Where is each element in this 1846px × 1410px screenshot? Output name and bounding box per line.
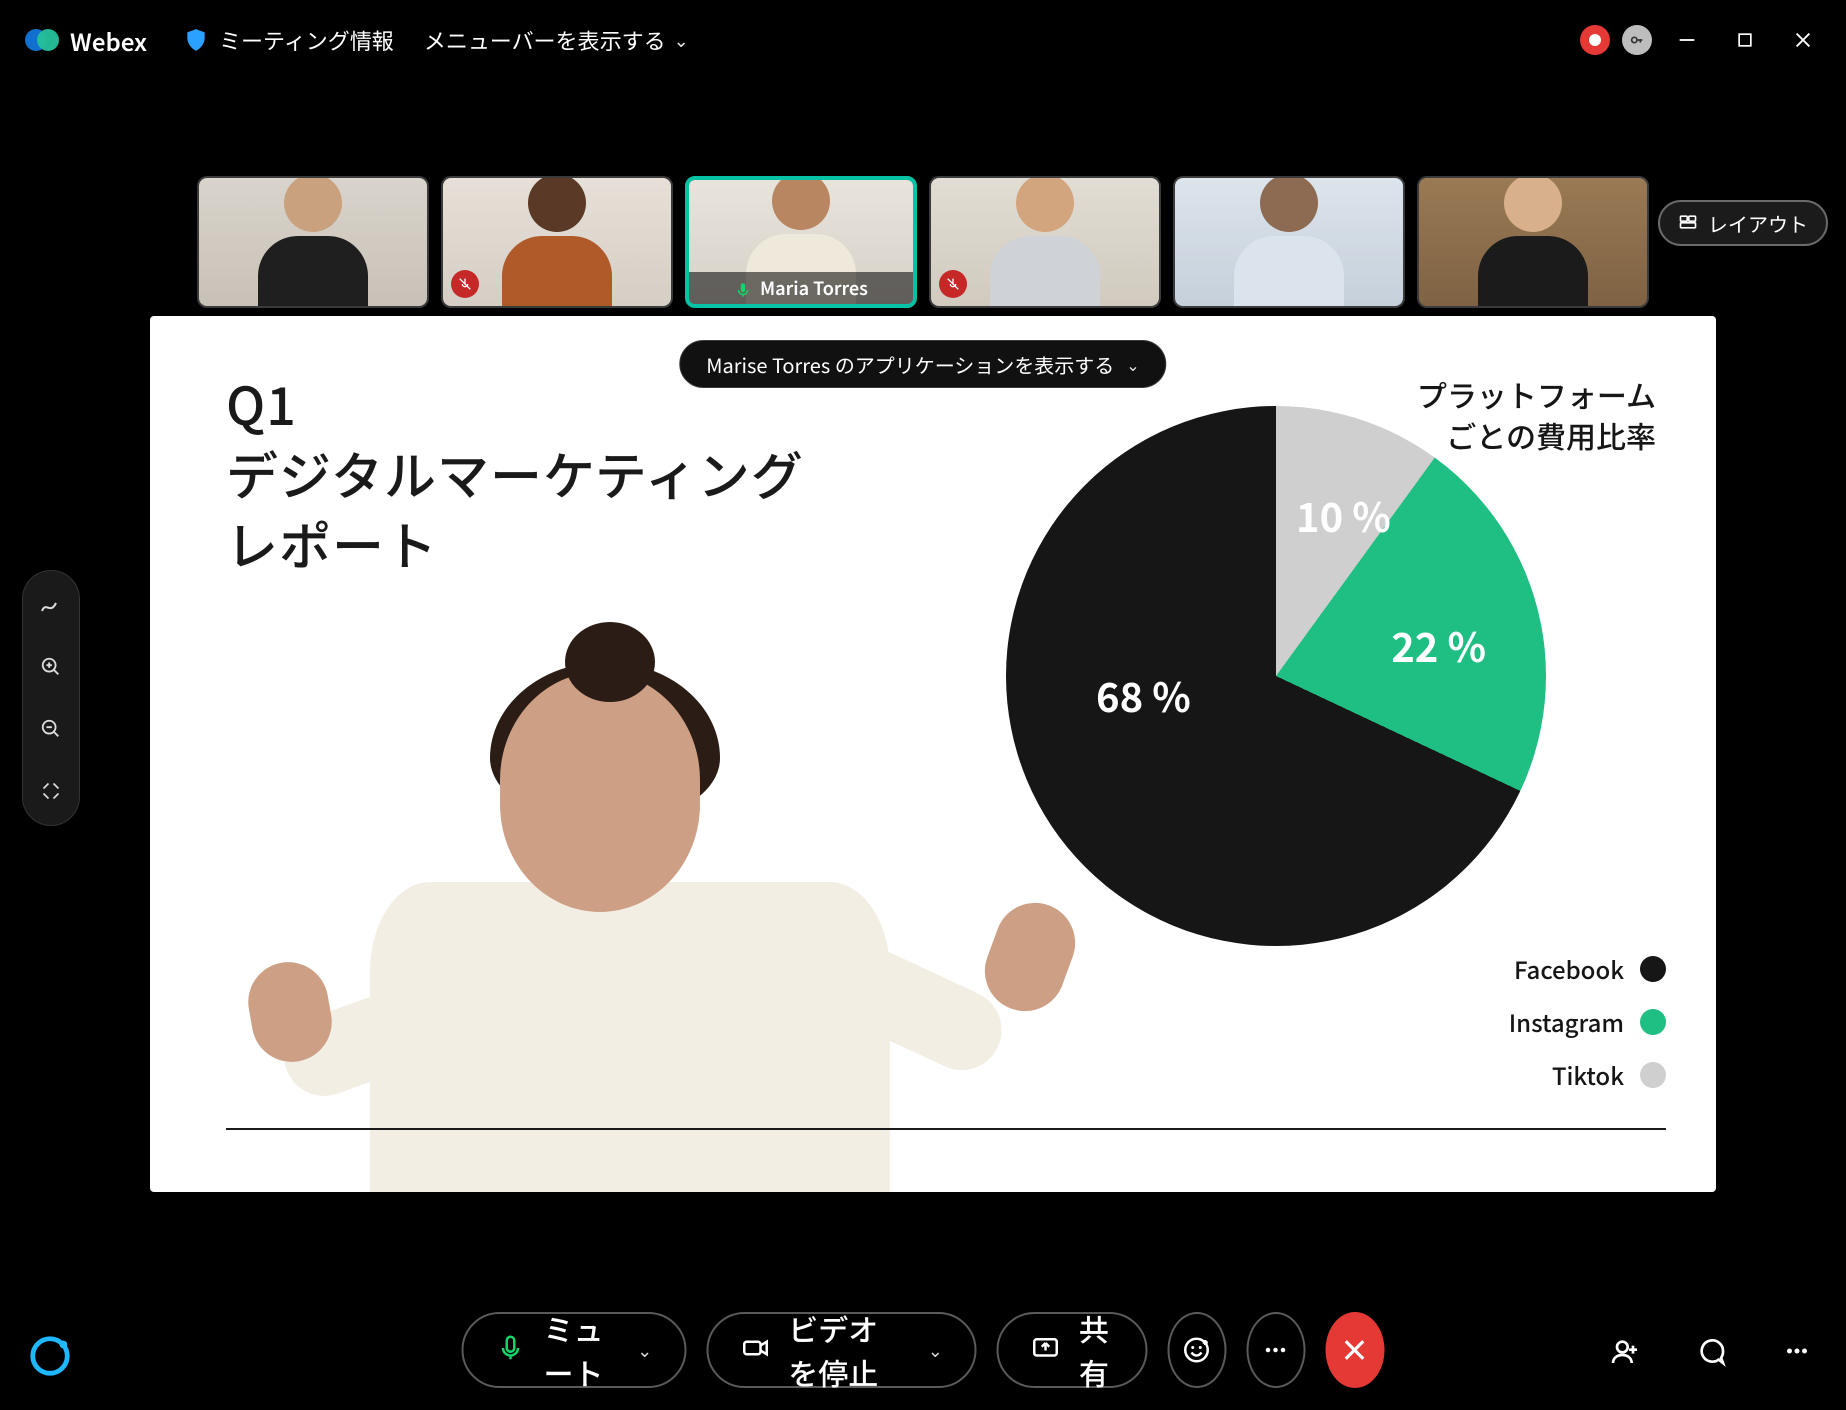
show-menubar-label: メニューバーを表示する — [424, 24, 666, 56]
more-options-button[interactable] — [1246, 1312, 1305, 1388]
chat-panel-button[interactable] — [1690, 1330, 1732, 1372]
top-right-controls — [1580, 0, 1826, 80]
mic-active-icon — [734, 279, 752, 297]
chart-legend: Facebook Instagram Tiktok — [1509, 951, 1666, 1092]
chevron-down-icon: ⌄ — [1126, 352, 1139, 376]
bottom-right-controls — [1604, 1330, 1818, 1372]
zoom-out-button[interactable] — [35, 713, 67, 745]
show-menubar-button[interactable]: メニューバーを表示する ⌄ — [424, 24, 689, 56]
pie-slice-label: 10 % — [1296, 486, 1391, 544]
shield-icon — [183, 27, 209, 53]
legend-label: Instagram — [1509, 1004, 1624, 1039]
stop-video-label: ビデオを停止 — [788, 1306, 906, 1394]
participant-name-bar: Maria Torres — [689, 272, 913, 304]
end-call-button[interactable] — [1325, 1312, 1384, 1388]
legend-dot-icon — [1640, 1062, 1666, 1088]
legend-dot-icon — [1640, 956, 1666, 982]
legend-item: Facebook — [1514, 951, 1666, 986]
participant-thumb[interactable] — [441, 176, 673, 308]
meeting-info-button[interactable]: ミーティング情報 — [183, 24, 394, 56]
layout-button[interactable]: レイアウト — [1658, 200, 1828, 246]
mute-button[interactable]: ミュート ⌄ — [462, 1312, 687, 1388]
participant-thumb[interactable] — [1417, 176, 1649, 308]
window-maximize-button[interactable] — [1722, 17, 1768, 63]
layout-grid-icon — [1678, 209, 1698, 238]
presenter-overlay — [270, 632, 970, 1192]
encryption-lock-icon[interactable] — [1622, 25, 1652, 55]
legend-item: Instagram — [1509, 1004, 1666, 1039]
mute-label: ミュート — [544, 1306, 616, 1394]
window-close-button[interactable] — [1780, 17, 1826, 63]
chevron-down-icon: ⌄ — [674, 27, 689, 53]
annotate-button[interactable] — [35, 589, 67, 621]
participant-thumb-active[interactable]: Maria Torres — [685, 176, 917, 308]
webex-logo: Webex — [24, 22, 147, 58]
shared-content-stage: Q1 デジタルマーケティング レポート プラットフォーム ごとの費用比率 68 … — [150, 316, 1716, 1192]
share-button[interactable]: 共有 — [997, 1312, 1148, 1388]
legend-dot-icon — [1640, 1009, 1666, 1035]
zoom-in-button[interactable] — [35, 651, 67, 683]
slide-title: Q1 デジタルマーケティング レポート — [226, 368, 804, 579]
fit-screen-button[interactable] — [35, 775, 67, 807]
participants-panel-button[interactable] — [1604, 1330, 1646, 1372]
pie-chart: 68 % 22 % 10 % — [1006, 406, 1546, 946]
participant-thumb[interactable] — [197, 176, 429, 308]
stop-video-button[interactable]: ビデオを停止 ⌄ — [706, 1312, 977, 1388]
camera-icon — [740, 1328, 770, 1372]
layout-button-label: レイアウト — [1708, 209, 1808, 238]
share-source-chip[interactable]: Marise Torres のアプリケーションを表示する ⌄ — [679, 340, 1166, 388]
meeting-info-label: ミーティング情報 — [219, 24, 394, 56]
app-name: Webex — [70, 23, 147, 58]
participants-strip: Maria Torres — [197, 176, 1649, 308]
recording-indicator-icon[interactable] — [1580, 25, 1610, 55]
muted-icon — [451, 270, 479, 298]
more-panels-button[interactable] — [1776, 1330, 1818, 1372]
participant-thumb[interactable] — [1173, 176, 1405, 308]
webex-logo-icon — [24, 22, 60, 58]
share-chip-label: Marise Torres のアプリケーションを表示する — [706, 350, 1114, 379]
legend-label: Tiktok — [1552, 1057, 1624, 1092]
webex-assistant-button[interactable] — [22, 1328, 78, 1384]
share-screen-icon — [1031, 1328, 1061, 1372]
microphone-icon — [496, 1328, 526, 1372]
legend-item: Tiktok — [1552, 1057, 1666, 1092]
slide-divider — [226, 1128, 1666, 1130]
call-controls: ミュート ⌄ ビデオを停止 ⌄ 共有 — [462, 1312, 1385, 1388]
pie-slice-label: 68 % — [1096, 666, 1191, 724]
legend-label: Facebook — [1514, 951, 1624, 986]
window-minimize-button[interactable] — [1664, 17, 1710, 63]
chevron-down-icon: ⌄ — [637, 1337, 652, 1363]
pie-slice-label: 22 % — [1391, 616, 1486, 674]
participant-name: Maria Torres — [760, 275, 868, 301]
annotation-toolbar — [22, 570, 80, 826]
muted-icon — [939, 270, 967, 298]
share-label: 共有 — [1079, 1306, 1114, 1394]
reactions-button[interactable] — [1167, 1312, 1226, 1388]
chevron-down-icon: ⌄ — [928, 1337, 943, 1363]
participant-thumb[interactable] — [929, 176, 1161, 308]
top-bar: Webex ミーティング情報 メニューバーを表示する ⌄ — [0, 0, 1846, 80]
